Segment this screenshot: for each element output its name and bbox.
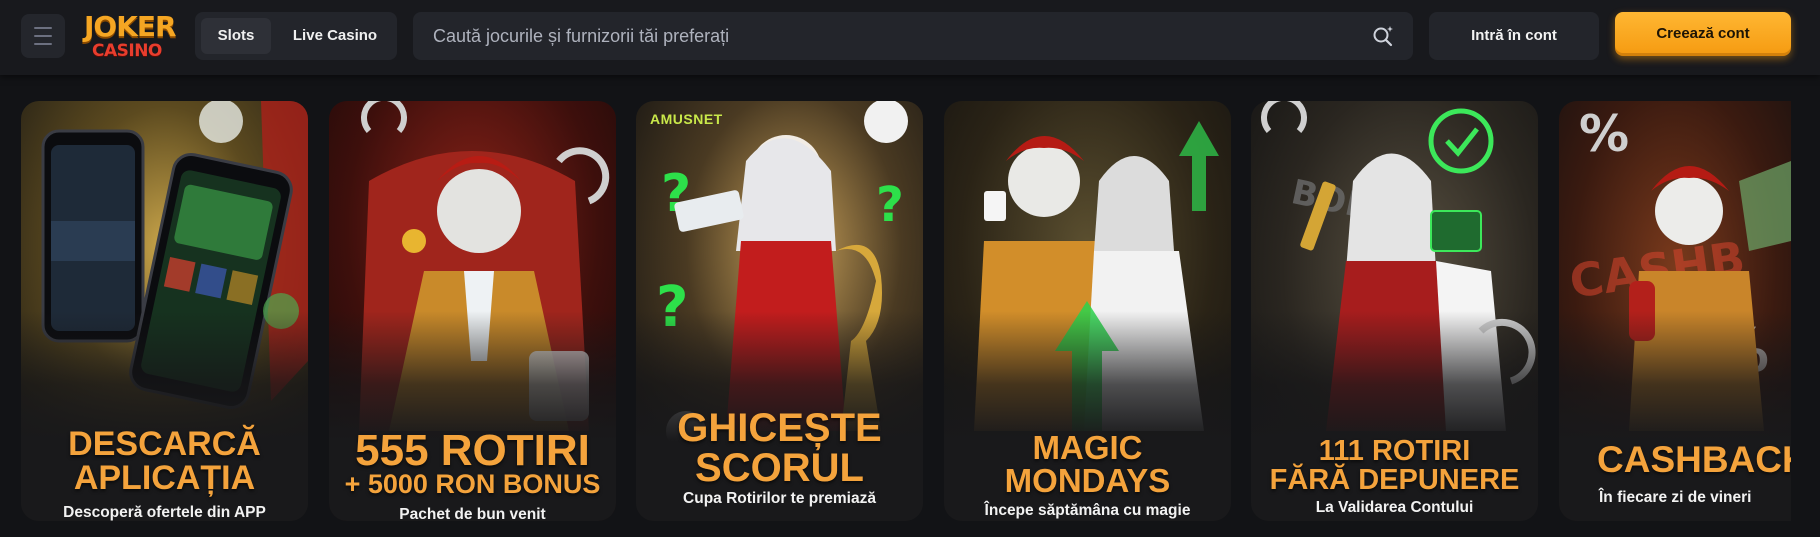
- promo-card-app-download[interactable]: DESCARCĂ APLICAȚIA Descoperă ofertele di…: [21, 101, 308, 521]
- promo-card-welcome-bonus[interactable]: 555 ROTIRI + 5000 RON BONUS Pachet de bu…: [329, 101, 616, 521]
- promo-title-line: SCORUL: [695, 446, 864, 490]
- provider-badge-amusnet: AMUSNET: [650, 111, 723, 127]
- promo-subtitle: La Validarea Contului: [1315, 499, 1474, 516]
- hamburger-icon-line: [34, 35, 52, 37]
- promo-subtitle: Pachet de bun venit: [399, 506, 546, 521]
- promo-carousel: DESCARCĂ APLICAȚIA Descoperă ofertele di…: [0, 75, 1820, 537]
- promo-card-cashback[interactable]: CASHB % % CASHBACK În fiecare zi de vine…: [1559, 101, 1791, 521]
- promo-title: MAGIC MONDAYS: [944, 431, 1231, 497]
- top-header: JOKER CASINO Slots Live Casino Caută joc…: [0, 0, 1820, 75]
- logo-text-bottom: CASINO: [92, 41, 162, 61]
- search-sparkle-icon[interactable]: [1371, 24, 1395, 48]
- search-bar[interactable]: Caută jocurile și furnizorii tăi prefera…: [413, 12, 1413, 60]
- promo-title-line: GHICEȘTE: [677, 406, 882, 450]
- hamburger-icon-line: [34, 43, 52, 45]
- hamburger-icon: [34, 27, 52, 29]
- promo-title-line: FĂRĂ DEPUNERE: [1269, 464, 1520, 496]
- category-tabs: Slots Live Casino: [195, 12, 397, 60]
- promo-subtitle: În fiecare zi de vineri: [1599, 489, 1752, 506]
- menu-button[interactable]: [21, 14, 65, 58]
- search-input[interactable]: Caută jocurile și furnizorii tăi prefera…: [433, 12, 729, 60]
- promo-title: 555 ROTIRI: [355, 426, 590, 475]
- login-button[interactable]: Intră în cont: [1429, 12, 1599, 60]
- promo-subtitle: Cupa Rotirilor te premiază: [683, 490, 876, 507]
- tab-slots[interactable]: Slots: [201, 18, 271, 54]
- logo-text-top: JOKER: [84, 10, 177, 43]
- promo-title-line: 111 ROTIRI: [1318, 435, 1471, 467]
- promo-title-line: DESCARCĂ: [68, 425, 261, 463]
- tab-live-casino[interactable]: Live Casino: [277, 18, 393, 54]
- promo-title: GHICEȘTE SCORUL: [636, 408, 923, 488]
- promo-card-magic-mondays[interactable]: MAGIC MONDAYS Începe săptămâna cu magie: [944, 101, 1231, 521]
- promo-title-secondary: + 5000 RON BONUS: [344, 469, 601, 499]
- promo-subtitle: Începe săptămâna cu magie: [984, 502, 1191, 519]
- promo-title-line: APLICAȚIA: [73, 459, 256, 497]
- register-button[interactable]: Creează cont: [1615, 12, 1791, 56]
- svg-text:%: %: [1579, 105, 1629, 163]
- svg-text:?: ?: [876, 177, 904, 233]
- promo-card-free-spins[interactable]: BONUS 111 ROTIRI FĂRĂ DEPUNERE La Valida…: [1251, 101, 1538, 521]
- joker-casino-logo[interactable]: JOKER CASINO: [80, 10, 180, 62]
- promo-title: DESCARCĂ APLICAȚIA: [21, 427, 308, 495]
- promo-title-line: MONDAYS: [1004, 462, 1171, 499]
- promo-title: CASHBACK: [1597, 439, 1791, 480]
- promo-subtitle: Descoperă ofertele din APP: [63, 504, 266, 521]
- promo-card-guess-score[interactable]: ? ? ? AMUSNET GHICEȘTE SCORUL Cupa Rotir…: [636, 101, 923, 521]
- promo-title: 111 ROTIRI FĂRĂ DEPUNERE: [1251, 437, 1538, 495]
- promo-title-line: MAGIC: [1032, 429, 1143, 466]
